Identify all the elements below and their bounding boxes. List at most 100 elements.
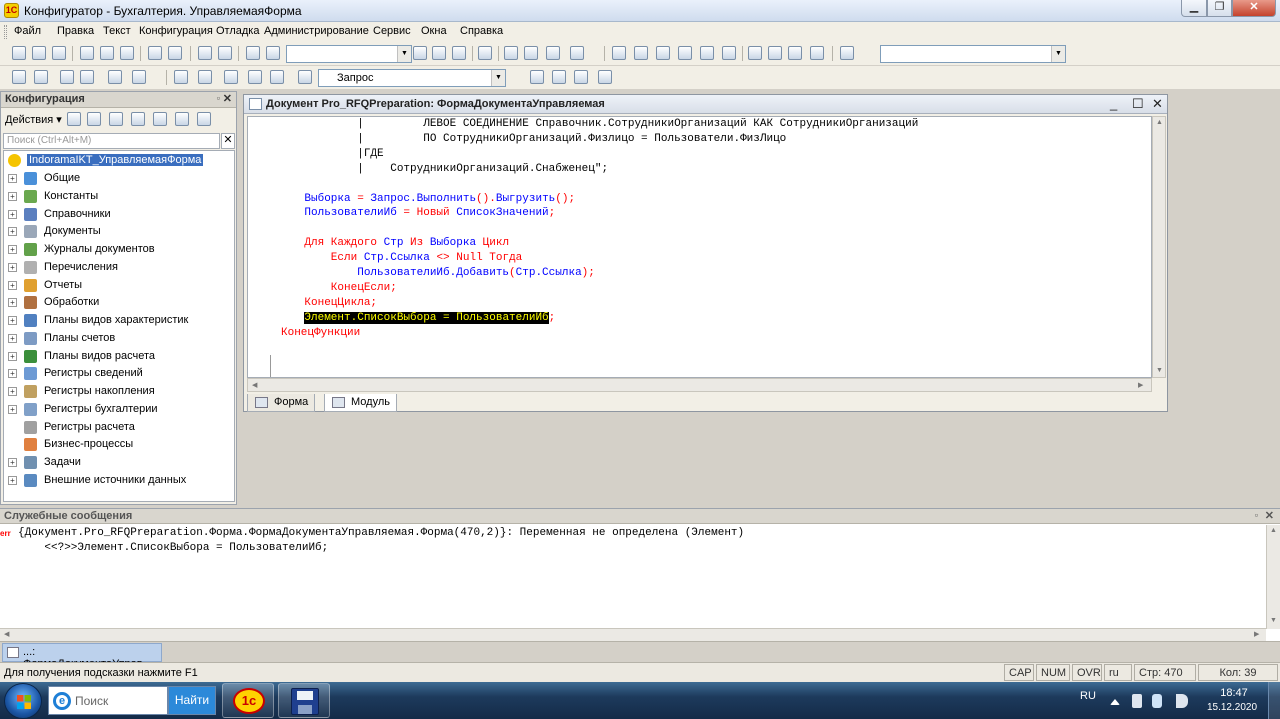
tree-item[interactable]: + Отчеты — [4, 277, 232, 294]
expand-icon[interactable]: + — [8, 369, 17, 379]
expand-icon[interactable]: + — [8, 227, 17, 237]
menu-administration[interactable]: Администрирование — [264, 25, 369, 37]
syntax-helper-icon[interactable] — [524, 46, 538, 60]
expand-icon[interactable]: + — [8, 191, 17, 201]
expand-icon[interactable]: + — [8, 174, 17, 183]
battery-icon[interactable] — [1132, 694, 1142, 708]
menu-service[interactable]: Сервис — [373, 25, 411, 37]
save-icon[interactable] — [52, 46, 66, 60]
chevron-down-icon[interactable]: ▼ — [491, 70, 505, 86]
bookmark-clear-icon[interactable] — [810, 46, 824, 60]
show-desktop-button[interactable] — [1268, 682, 1280, 719]
paste-icon[interactable] — [120, 46, 134, 60]
menu-configuration[interactable]: Конфигурация — [139, 25, 213, 37]
clear-search-icon[interactable] — [413, 46, 427, 60]
network-icon[interactable] — [1152, 694, 1162, 708]
expand-icon[interactable]: + — [8, 458, 17, 467]
find-icon[interactable] — [246, 46, 260, 60]
tree-item[interactable]: + Журналы документов — [4, 241, 232, 258]
clear-search-button[interactable]: ✕ — [221, 133, 235, 149]
expand-icon[interactable]: + — [8, 316, 17, 325]
context-help-icon[interactable] — [546, 46, 560, 60]
close-button[interactable]: ✕ — [1232, 0, 1276, 17]
messages-horizontal-scrollbar[interactable]: ◀ ▶ — [0, 628, 1266, 641]
tree-item[interactable]: + Константы — [4, 188, 232, 205]
code-line[interactable]: КонецЦикла; — [278, 296, 377, 311]
code-line[interactable]: |ГДЕ — [278, 147, 383, 162]
cut-icon[interactable] — [80, 46, 94, 60]
menu-help[interactable]: Справка — [460, 25, 503, 37]
clock-date[interactable]: 15.12.2020 — [1202, 702, 1262, 713]
expand-icon[interactable]: + — [8, 262, 17, 272]
copy-icon[interactable] — [100, 46, 114, 60]
tree-item[interactable]: + Документы — [4, 223, 232, 240]
indent-icon[interactable] — [634, 46, 648, 60]
delete-icon[interactable] — [131, 112, 145, 126]
config-tree-icon[interactable] — [12, 70, 26, 84]
search-icon[interactable] — [266, 46, 280, 60]
open-config-icon[interactable] — [34, 70, 48, 84]
comment-lines-icon[interactable] — [224, 70, 238, 84]
comment-icon[interactable] — [678, 46, 692, 60]
help-icon[interactable] — [570, 46, 584, 60]
wizard-icon[interactable] — [504, 46, 518, 60]
sort-icon[interactable] — [197, 112, 211, 126]
enterprise-icon[interactable] — [132, 70, 146, 84]
tree-item[interactable]: + Внешние источники данных — [4, 472, 232, 489]
expand-icon[interactable]: + — [8, 209, 17, 219]
undo-icon[interactable] — [198, 46, 212, 60]
horizontal-scrollbar[interactable]: ◀ ▶ — [247, 378, 1152, 392]
outdent-icon[interactable] — [656, 46, 670, 60]
expand-icon[interactable]: + — [8, 280, 17, 290]
tree-item[interactable]: + Регистры накопления — [4, 383, 232, 400]
breakpoint-icon[interactable] — [530, 70, 544, 84]
disable-breakpoint-icon[interactable] — [574, 70, 588, 84]
tab-module[interactable]: Модуль — [324, 394, 397, 412]
print-preview-icon[interactable] — [168, 46, 182, 60]
minimize-button[interactable]: ▁ — [1181, 0, 1207, 17]
code-line[interactable]: ПользователиИб = Новый СписокЗначений; — [278, 206, 555, 221]
bookmark-icon[interactable] — [748, 46, 762, 60]
volume-icon[interactable] — [1176, 694, 1188, 708]
tree-item[interactable]: + Регистры бухгалтерии — [4, 401, 232, 418]
clock-icon[interactable] — [840, 46, 854, 60]
expand-icon[interactable]: + — [8, 298, 17, 308]
breakpoints-list-icon[interactable] — [552, 70, 566, 84]
menu-text[interactable]: Текст — [103, 25, 131, 37]
tree-item[interactable]: + Планы видов расчета — [4, 348, 232, 365]
menu-file[interactable]: Файл — [14, 25, 41, 37]
menu-windows[interactable]: Окна — [421, 25, 447, 37]
add-icon[interactable] — [67, 112, 81, 126]
expand-icon[interactable]: + — [8, 245, 17, 254]
code-line[interactable]: Если Стр.Ссылка <> Null Тогда — [278, 251, 522, 266]
tab-form[interactable]: Форма — [247, 394, 316, 412]
save-config-icon[interactable] — [80, 70, 94, 84]
tree-item[interactable]: + Задачи — [4, 454, 232, 471]
clock-time[interactable]: 18:47 — [1216, 687, 1252, 699]
vertical-scrollbar[interactable]: ▲ ▼ — [1152, 116, 1166, 378]
expand-icon[interactable]: + — [8, 333, 17, 343]
expand-icon[interactable]: + — [8, 351, 17, 361]
code-line[interactable]: Выборка = Запрос.Выполнить().Выгрузить()… — [278, 192, 575, 207]
search-go-button[interactable]: Найти — [168, 686, 216, 715]
edit-icon[interactable] — [109, 112, 123, 126]
tree-item[interactable]: + Справочники — [4, 206, 232, 223]
close-icon[interactable]: ✕ — [223, 92, 232, 105]
start-button[interactable] — [4, 683, 42, 719]
module-icon[interactable] — [198, 70, 212, 84]
taskbar-search-input[interactable]: e Поиск — [48, 686, 168, 715]
code-line[interactable]: КонецЕсли; — [278, 281, 397, 296]
tree-item[interactable]: + Перечисления — [4, 259, 232, 276]
format-icon[interactable] — [270, 70, 284, 84]
new-file-icon[interactable] — [12, 46, 26, 60]
tree-item[interactable]: + Обработки — [4, 294, 232, 311]
tree-item[interactable]: + Планы счетов — [4, 330, 232, 347]
query-combo[interactable]: Запрос ▼ — [318, 69, 506, 87]
minimize-icon[interactable]: _ — [1110, 96, 1117, 111]
code-line[interactable]: ПользователиИб.Добавить(Стр.Ссылка); — [278, 266, 595, 281]
error-detail[interactable]: <<?>>Элемент.СписокВыбора = Пользователи… — [18, 542, 328, 554]
code-line[interactable]: Элемент.СписокВыбора = ПользователиИб; — [278, 311, 555, 326]
code-line[interactable]: Для Каждого Стр Из Выборка Цикл — [278, 236, 509, 251]
tree-item[interactable]: + Планы видов характеристик — [4, 312, 232, 329]
language-indicator[interactable]: ru ▾ — [1104, 664, 1132, 692]
